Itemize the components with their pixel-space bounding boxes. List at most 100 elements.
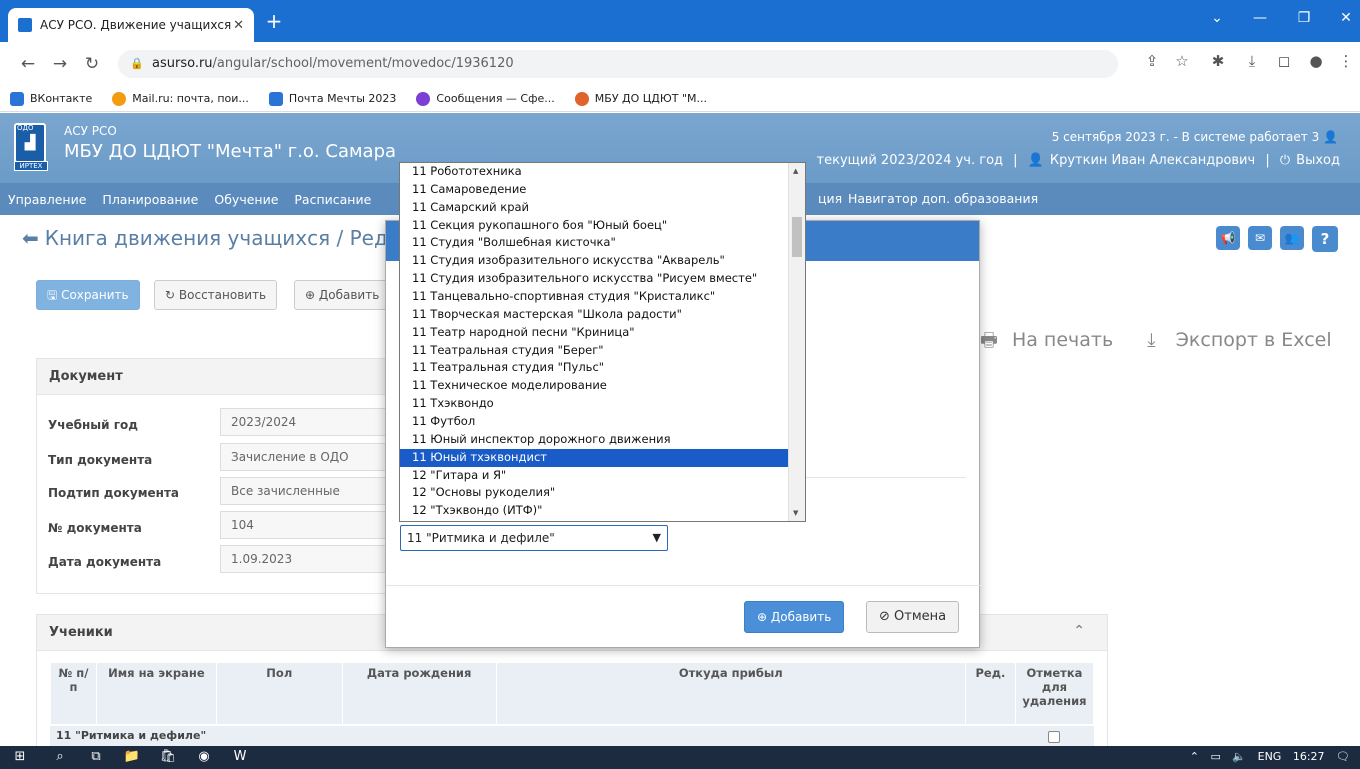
bookmark-school[interactable]: МБУ ДО ЦДЮТ "М... [574,91,708,106]
sidepanel-icon[interactable]: ◻ [1272,52,1296,70]
scroll-down-icon[interactable]: ▼ [793,509,798,517]
search-icon[interactable]: ⌕ [50,749,70,764]
scroll-thumb[interactable] [792,217,802,257]
reload-icon[interactable]: ↻ [80,54,104,74]
minimize-icon[interactable]: — [1248,10,1272,26]
menu-navigator[interactable]: Навигатор доп. образования [848,183,1038,215]
browser-tab[interactable]: АСУ РСО. Движение учащихся ✕ [8,8,254,42]
dropdown-scrollbar[interactable]: ▲ ▼ [788,163,805,521]
file-explorer-icon[interactable]: 📁 [122,749,142,764]
volume-icon[interactable]: 🔈 [1232,750,1246,763]
url-input[interactable]: 🔒 asurso.ru/angular/school/movement/move… [118,50,1118,78]
scroll-up-icon[interactable]: ▲ [793,167,798,175]
restore-icon[interactable]: ❐ [1292,10,1316,26]
field-label: № документа [48,521,142,535]
save-button[interactable]: 🖫 Сохранить [36,280,140,310]
dropdown-option[interactable]: 11 Театр народной песни "Криница" [400,324,788,342]
restore-button[interactable]: ↻ Восстановить [154,280,278,310]
tray-chevron-icon[interactable]: ⌃ [1190,750,1199,763]
doc-number-field[interactable]: 104 [220,511,390,539]
dropdown-option[interactable]: 11 Самароведение [400,181,788,199]
word-icon[interactable]: W [230,749,250,764]
system-tray: ⌃ ▭ 🔈 ENG 16:27 🗨 [1182,750,1350,763]
dropdown-option[interactable]: 11 Тхэквондо [400,395,788,413]
bookmark-mail[interactable]: Почта Мечты 2023 [268,91,396,106]
dropdown-option[interactable]: 11 Юный тхэквондист [400,448,788,467]
dropdown-option[interactable]: 11 Робототехника [400,163,788,181]
modal-add-button[interactable]: ⊕ Добавить [744,601,845,633]
school-year-field[interactable]: 2023/2024 [220,408,390,436]
share-icon[interactable]: ⇪ [1140,52,1164,70]
doc-type-field[interactable]: Зачисление в ОДО [220,443,390,471]
group-dropdown-list[interactable]: 11 Робототехника 11 Самароведение 11 Самар… [399,162,806,522]
menu-kebab-icon[interactable]: ⋮ [1334,52,1358,70]
new-tab-icon[interactable]: + [262,10,286,34]
windows-start-icon[interactable]: ⊞ [10,749,30,764]
field-label: Подтип документа [48,486,180,500]
save-icon: 🖫 [47,288,58,302]
export-button[interactable]: ⤓ Экспорт в Excel [1147,329,1345,351]
dropdown-option[interactable]: 12 "Основы рукоделия" [400,484,788,502]
forward-icon[interactable]: → [48,54,72,74]
store-icon[interactable]: 🛍 [158,749,178,764]
dropdown-option[interactable]: 11 Юный инспектор дорожного движения [400,431,788,449]
dropdown-option[interactable]: 11 Театральная студия "Пульс" [400,359,788,377]
language-indicator[interactable]: ENG [1258,750,1282,763]
students-table: № п/п Имя на экране Пол Дата рождения От… [50,662,1095,725]
dropdown-option[interactable]: 11 Студия изобразительного искусства "Ак… [400,252,788,270]
bookmark-vk[interactable]: ВКонтакте [10,91,92,106]
dropdown-option[interactable]: 11 Самарский край [400,199,788,217]
bookmark-label: МБУ ДО ЦДЮТ "М... [594,92,708,105]
people-icon[interactable]: 👥 [1280,226,1304,250]
close-tab-icon[interactable]: ✕ [233,18,244,33]
page-title-text: Книга движения учащихся / Редакт [44,226,424,250]
menu-partial[interactable]: ция [818,183,842,215]
help-icon[interactable]: ? [1312,226,1338,252]
bookmark-messages[interactable]: Сообщения — Сфе... [416,91,555,106]
logout-link[interactable]: Выход [1296,153,1340,168]
collapse-chevron-icon[interactable]: ⌃ [1073,623,1085,639]
vk-icon [10,91,24,106]
menu-planning[interactable]: Планирование [94,192,206,207]
back-arrow-icon[interactable]: ⬅ [22,226,39,250]
download-icon[interactable]: ⤓ [1240,52,1264,70]
close-window-icon[interactable]: ✕ [1334,10,1358,26]
modal-cancel-button[interactable]: ⊘ Отмена [866,601,960,633]
dropdown-option[interactable]: 11 Театральная студия "Берег" [400,342,788,360]
dropdown-option[interactable]: 11 Студия "Волшебная кисточка" [400,234,788,252]
menu-management[interactable]: Управление [0,192,94,207]
back-icon[interactable]: ← [16,54,40,74]
delete-checkbox[interactable] [1048,731,1060,743]
dropdown-option[interactable]: 11 Секция рукопашного боя "Юный боец" [400,217,788,235]
save-label: Сохранить [61,288,129,302]
dropdown-option[interactable]: 12 "Тхэквондо (ИТФ)" [400,502,788,520]
group-select[interactable]: 11 "Ритмика и дефиле" ▼ [400,525,668,551]
mail-icon[interactable]: ✉ [1248,226,1272,250]
user-name[interactable]: Круткин Иван Александрович [1050,153,1255,168]
task-view-icon[interactable]: ⧉ [86,749,106,764]
doc-subtype-field[interactable]: Все зачисленные [220,477,390,505]
dropdown-option[interactable]: 11 Студия изобразительного искусства "Ри… [400,270,788,288]
profile-icon[interactable]: ● [1304,52,1328,70]
menu-schedule[interactable]: Расписание [286,192,379,207]
extensions-icon[interactable]: ✱ [1206,52,1230,70]
notifications-icon[interactable]: 🗨 [1336,750,1350,763]
add-button[interactable]: ⊕ Добавить [294,280,394,310]
chrome-icon[interactable]: ◉ [194,749,214,764]
clock[interactable]: 16:27 [1293,750,1325,763]
print-button[interactable]: 🖶 На печать [980,329,1127,351]
dropdown-option[interactable]: 12 "Гитара и Я" [400,467,788,485]
bookmark-mailru[interactable]: Mail.ru: почта, пои... [112,91,249,106]
doc-date-field[interactable]: 1.09.2023 [220,545,390,573]
bookmark-star-icon[interactable]: ☆ [1170,52,1194,70]
announcement-icon[interactable]: 📢 [1216,226,1240,250]
dropdown-option[interactable]: 11 Техническое моделирование [400,377,788,395]
dropdown-option[interactable]: 11 Творческая мастерская "Школа радости" [400,306,788,324]
dropdown-option[interactable]: 11 Футбол [400,413,788,431]
field-label: Дата документа [48,555,162,569]
menu-learning[interactable]: Обучение [206,192,286,207]
tab-search-icon[interactable]: ⌄ [1205,10,1229,26]
network-icon[interactable]: ▭ [1211,750,1221,763]
dropdown-option[interactable]: 11 Танцевально-спортивная студия "Криста… [400,288,788,306]
site-favicon-icon [18,18,32,32]
